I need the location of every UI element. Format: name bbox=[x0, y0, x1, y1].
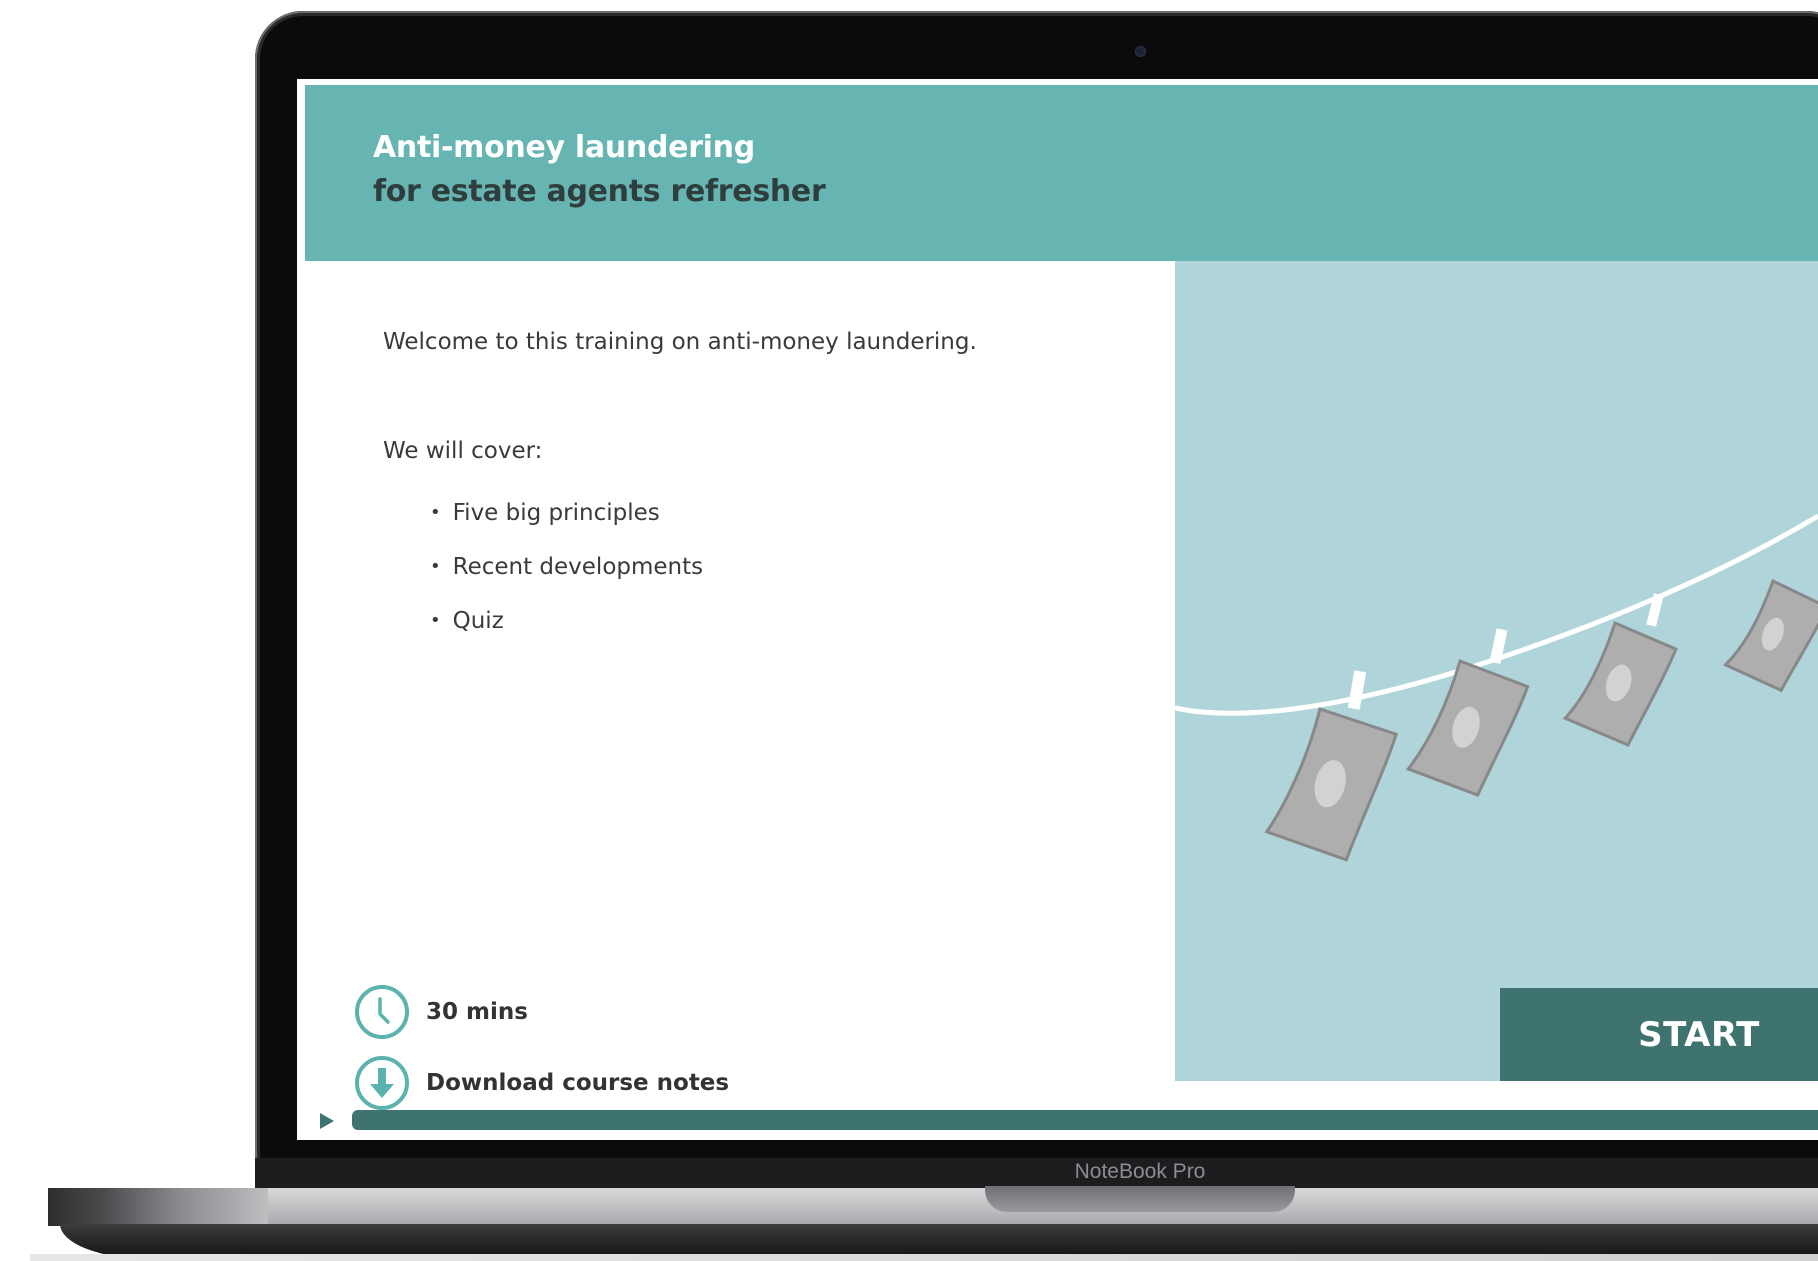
download-notes-link[interactable]: Download course notes bbox=[355, 1056, 729, 1110]
intro-panel: Welcome to this training on anti-money l… bbox=[305, 261, 1175, 1110]
banknote-icon bbox=[1562, 620, 1678, 747]
banknote-icon bbox=[1722, 578, 1818, 693]
laptop-hinge bbox=[255, 1158, 1818, 1188]
money-clothesline-illustration bbox=[1175, 513, 1818, 862]
laptop-base-edge bbox=[48, 1188, 268, 1226]
course-title: Anti-money laundering bbox=[373, 130, 755, 165]
duration-label: 30 mins bbox=[426, 999, 528, 1025]
bullet-icon: • bbox=[430, 556, 441, 577]
bullet-icon: • bbox=[430, 610, 441, 631]
list-item: • Five big principles bbox=[430, 486, 703, 540]
list-item: • Quiz bbox=[430, 594, 703, 648]
start-button[interactable]: START bbox=[1500, 988, 1818, 1081]
topic-label: Recent developments bbox=[452, 554, 704, 580]
illustration-panel: START bbox=[1175, 261, 1818, 1081]
banknote-icon bbox=[1264, 707, 1399, 862]
download-arrow-icon bbox=[355, 1056, 409, 1110]
laptop-base bbox=[48, 1188, 1818, 1226]
course-subtitle: for estate agents refresher bbox=[373, 174, 826, 209]
welcome-text: Welcome to this training on anti-money l… bbox=[383, 329, 977, 355]
course-header: Anti-money laundering for estate agents … bbox=[305, 85, 1818, 261]
topic-label: Five big principles bbox=[452, 500, 660, 526]
bullet-icon: • bbox=[430, 502, 441, 523]
webcam bbox=[1135, 46, 1146, 57]
topic-list: • Five big principles • Recent development… bbox=[430, 486, 703, 648]
course-screen: Anti-money laundering for estate agents … bbox=[297, 79, 1818, 1140]
cover-heading: We will cover: bbox=[383, 438, 543, 464]
clock-icon bbox=[355, 985, 409, 1039]
list-item: • Recent developments bbox=[430, 540, 703, 594]
download-label: Download course notes bbox=[426, 1070, 730, 1096]
progress-bar[interactable] bbox=[352, 1110, 1818, 1130]
laptop-notch bbox=[985, 1186, 1295, 1212]
play-icon[interactable] bbox=[320, 1113, 334, 1129]
banknote-icon bbox=[1405, 659, 1530, 797]
topic-label: Quiz bbox=[452, 608, 504, 634]
device-brand-label: NoteBook Pro bbox=[1074, 1160, 1206, 1183]
laptop-shadow bbox=[30, 1254, 1818, 1261]
duration-row: 30 mins bbox=[355, 985, 528, 1039]
